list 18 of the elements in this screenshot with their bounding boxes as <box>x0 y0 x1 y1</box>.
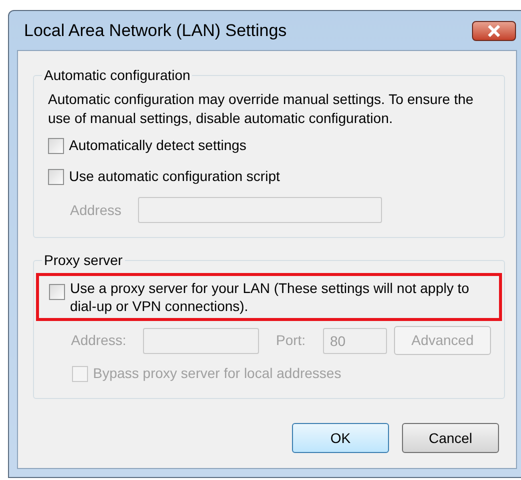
checkbox-label: Automatically detect settings <box>69 136 246 155</box>
checkbox-label: Use a proxy server for your LAN (These settings will not apply to dial-up or VPN connections). <box>70 279 470 315</box>
checkbox[interactable] <box>48 168 64 184</box>
group-title: Automatic configuration <box>43 66 192 85</box>
dialog-button[interactable]: Cancel <box>402 423 499 453</box>
checkbox-label: Use automatic configuration script <box>69 167 280 186</box>
group-title: Proxy server <box>43 251 124 270</box>
checkbox[interactable] <box>48 138 64 154</box>
checkbox-label: Bypass proxy server for local addresses <box>93 364 342 383</box>
checkbox[interactable] <box>49 284 65 300</box>
window-title: Local Area Network (LAN) Settings <box>24 20 287 42</box>
description-text: Automatic configuration may override manual settings. To ensure the use of manual settings, disable automatic configuration. <box>48 90 474 128</box>
dialog-button[interactable]: OK <box>292 423 389 453</box>
port-label: Port: <box>276 331 307 350</box>
close-icon <box>487 24 501 36</box>
close-button[interactable] <box>472 20 516 40</box>
address-label: Address <box>70 200 122 220</box>
address-label: Address: <box>71 331 128 350</box>
